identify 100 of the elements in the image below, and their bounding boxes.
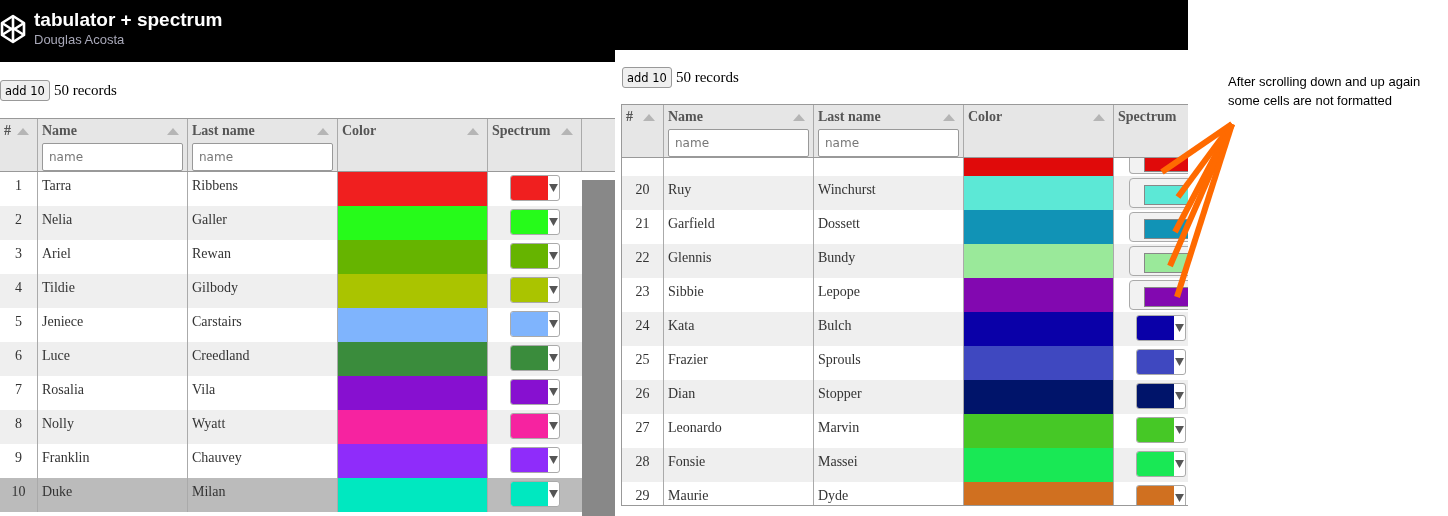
sort-icon xyxy=(1093,112,1105,122)
row-number: 1 xyxy=(15,178,22,193)
column-title[interactable]: Last name xyxy=(818,109,881,125)
row-number: 23 xyxy=(635,284,650,299)
add-button[interactable]: add 10 xyxy=(622,67,672,88)
column-title[interactable]: Spectrum xyxy=(492,123,551,139)
filter-field[interactable]: name xyxy=(668,129,809,157)
table-cell: Marvin xyxy=(818,420,860,435)
row-number: 22 xyxy=(635,250,650,265)
caret-icon xyxy=(549,320,558,328)
table-cell: Stopper xyxy=(818,386,862,401)
color-input-field[interactable] xyxy=(1129,280,1188,310)
table-cell: Ariel xyxy=(42,246,71,261)
table-cell: Maurie xyxy=(668,488,709,503)
table-cell: Garfield xyxy=(668,216,715,231)
row-number: 28 xyxy=(635,454,650,469)
color-picker[interactable] xyxy=(1136,417,1186,443)
table-cell: Chauvey xyxy=(192,450,242,465)
color-picker[interactable] xyxy=(510,379,560,405)
color-picker[interactable] xyxy=(510,175,560,201)
filter-field[interactable]: name xyxy=(42,143,183,171)
row-number: 27 xyxy=(635,420,650,435)
column-title[interactable]: Name xyxy=(42,123,77,139)
row-number: 8 xyxy=(15,416,22,431)
column-title[interactable]: Color xyxy=(342,123,377,139)
caret-icon xyxy=(1175,324,1184,332)
color-picker[interactable] xyxy=(510,243,560,269)
caret-icon xyxy=(549,422,558,430)
table-cell: Milan xyxy=(192,484,226,499)
row-number: 29 xyxy=(635,488,650,503)
record-count: 50 records xyxy=(675,69,739,86)
sort-icon xyxy=(467,126,479,136)
row-number: 5 xyxy=(15,314,22,329)
table-cell: Dyde xyxy=(818,488,849,503)
color-picker[interactable] xyxy=(510,345,560,371)
table-row[interactable]: 20 Ruy Winchurst xyxy=(622,176,1188,210)
scrollbar[interactable] xyxy=(582,180,615,516)
caret-icon xyxy=(1175,392,1184,400)
table-row[interactable]: 10 Duke Milan xyxy=(0,478,582,512)
table-cell: Frazier xyxy=(668,352,708,367)
caret-icon xyxy=(549,490,558,498)
table-cell: Jeniece xyxy=(42,314,84,329)
sort-icon xyxy=(317,126,329,136)
filter-field[interactable]: name xyxy=(192,143,333,171)
table-row[interactable]: 24 Kata Bulch xyxy=(622,312,1188,346)
row-number: 20 xyxy=(635,182,650,197)
caret-icon xyxy=(549,252,558,260)
table-row[interactable]: 28 Fonsie Massei xyxy=(622,448,1188,482)
column-title[interactable]: Name xyxy=(668,109,703,125)
table-cell: Rewan xyxy=(192,246,231,261)
table-cell: Gilbody xyxy=(192,280,238,295)
sort-icon xyxy=(793,112,805,122)
color-picker[interactable] xyxy=(510,481,560,507)
table-row[interactable]: 22 Glennis Bundy xyxy=(622,244,1188,278)
table-row[interactable]: 8 Nolly Wyatt xyxy=(0,410,582,444)
table-row[interactable]: 4 Tildie Gilbody xyxy=(0,274,582,308)
table-cell: Dian xyxy=(668,386,696,401)
color-input-field[interactable] xyxy=(1129,178,1188,208)
table-row[interactable]: 6 Luce Creedland xyxy=(0,342,582,376)
column-title[interactable]: Last name xyxy=(192,123,255,139)
color-picker[interactable] xyxy=(510,209,560,235)
color-picker[interactable] xyxy=(510,447,560,473)
caret-icon xyxy=(1175,358,1184,366)
row-number: 10 xyxy=(11,484,26,499)
caret-icon xyxy=(1175,426,1184,434)
table-cell: Bulch xyxy=(818,318,852,333)
filter-field[interactable]: name xyxy=(818,129,959,157)
table-cell: Nolly xyxy=(42,416,74,431)
color-picker[interactable] xyxy=(510,277,560,303)
row-number: 7 xyxy=(15,382,22,397)
add-button[interactable]: add 10 xyxy=(0,80,50,101)
color-picker[interactable] xyxy=(1136,383,1186,409)
author-name: Douglas Acosta xyxy=(34,32,126,48)
color-picker[interactable] xyxy=(510,311,560,337)
column-title[interactable]: # xyxy=(4,123,11,139)
table-row[interactable]: 2 Nelia Galler xyxy=(0,206,582,240)
color-picker[interactable] xyxy=(1136,315,1186,341)
table-cell: Nelia xyxy=(42,212,73,227)
column-title[interactable]: # xyxy=(626,109,633,125)
sort-icon xyxy=(561,126,573,136)
table-cell: Tildie xyxy=(42,280,75,295)
caret-icon xyxy=(549,456,558,464)
row-number: 6 xyxy=(15,348,22,363)
row-number: 3 xyxy=(15,246,22,261)
table-cell: Galler xyxy=(192,212,227,227)
table-cell: Ruy xyxy=(668,182,692,197)
row-number: 4 xyxy=(15,280,22,295)
caret-icon xyxy=(1175,460,1184,468)
table-cell: Vila xyxy=(192,382,216,397)
color-picker[interactable] xyxy=(510,413,560,439)
color-picker[interactable] xyxy=(1136,451,1186,477)
table-cell: Leonardo xyxy=(668,420,722,435)
color-picker[interactable] xyxy=(1136,485,1186,505)
table-row[interactable]: 26 Dian Stopper xyxy=(622,380,1188,414)
color-picker[interactable] xyxy=(1136,349,1186,375)
column-title[interactable]: Color xyxy=(968,109,1003,125)
table-cell: Fonsie xyxy=(668,454,706,469)
column-title[interactable]: Spectrum xyxy=(1118,109,1177,125)
table-cell: Dossett xyxy=(818,216,860,231)
sort-icon xyxy=(167,126,179,136)
